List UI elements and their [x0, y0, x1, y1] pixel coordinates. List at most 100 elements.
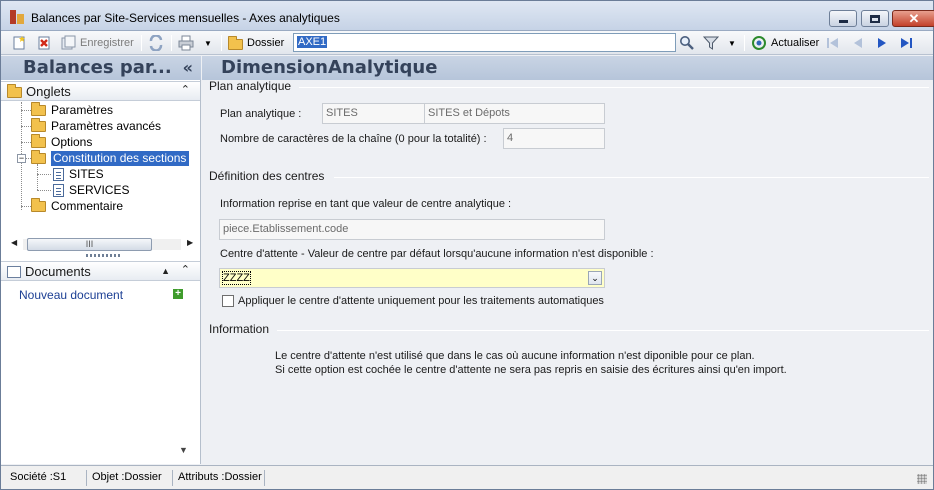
info-group-title: Information	[209, 322, 270, 336]
left-panel-title: Balances par...	[23, 57, 172, 78]
scroll-down-icon[interactable]: ▼	[179, 445, 188, 455]
status-bar: Société :S1 Objet :Dossier Attributs :Do…	[1, 465, 933, 489]
next-record-icon[interactable]	[874, 35, 890, 51]
printer-icon	[178, 35, 194, 51]
close-icon: ✕	[908, 11, 920, 26]
folder-button[interactable]: Dossier	[228, 34, 284, 52]
folder-icon	[31, 197, 46, 212]
folder-icon	[228, 36, 243, 50]
group-divider	[277, 330, 929, 331]
panel-splitter-handle[interactable]	[86, 254, 122, 257]
caret-up-icon[interactable]: ▲	[161, 266, 170, 276]
attente-select[interactable]: ZZZZ ⌄	[219, 268, 605, 288]
attente-select-value: ZZZZ	[222, 271, 251, 285]
tree-item-options[interactable]: Options	[31, 133, 92, 150]
collapse-panel-icon[interactable]: «	[183, 58, 193, 77]
info-text-line-1: Le centre d'attente n'est utilisé que da…	[275, 350, 755, 362]
resize-grip[interactable]	[917, 474, 927, 484]
new-document-link[interactable]: Nouveau document	[19, 288, 123, 302]
sync-icon	[149, 35, 163, 51]
tree-item-sites[interactable]: SITES	[53, 166, 104, 182]
chevron-up-icon[interactable]: ⌃	[181, 263, 190, 276]
previous-record-icon[interactable]	[850, 35, 866, 51]
scroll-thumb[interactable]: III	[27, 238, 152, 251]
folder-icon	[31, 101, 46, 116]
left-panel-header: Balances par... «	[1, 56, 201, 80]
tree-item-parametres-avances[interactable]: Paramètres avancés	[31, 117, 162, 134]
toolbar-separator	[171, 35, 172, 51]
folder-label: Dossier	[247, 37, 285, 49]
plan-label: Plan analytique :	[220, 108, 302, 120]
tree-item-label: Constitution des sections	[51, 150, 190, 166]
folder-icon	[31, 133, 46, 148]
window-title: Balances par Site-Services mensuelles - …	[31, 11, 340, 25]
plan-code-field[interactable]: SITES	[322, 103, 425, 124]
status-attributs: Attributs :Dossier	[175, 470, 265, 486]
app-icon	[10, 10, 24, 24]
folder-icon	[31, 117, 46, 132]
scroll-left-icon[interactable]: ◀	[11, 238, 17, 247]
tree-item-commentaire[interactable]: Commentaire	[31, 197, 124, 214]
tree-item-constitution-des-sections[interactable]: Constitution des sections	[31, 149, 190, 166]
status-societe: Société :S1	[7, 470, 87, 486]
tree-item-services[interactable]: SERVICES	[53, 182, 129, 198]
attente-checkbox[interactable]	[222, 295, 234, 307]
toolbar: Enregistrer ▼ Dossier AXE1 ▼ Actualiser	[1, 31, 933, 55]
print-dropdown-icon[interactable]: ▼	[204, 39, 212, 48]
chars-label: Nombre de caractères de la chaîne (0 pou…	[220, 133, 487, 145]
magnifier-icon	[680, 36, 694, 50]
save-button[interactable]: Enregistrer	[60, 34, 134, 52]
add-icon[interactable]: +	[173, 289, 183, 299]
folder-open-icon	[31, 149, 46, 164]
tree-item-label: Paramètres avancés	[51, 119, 162, 133]
tree-item-label: Commentaire	[51, 199, 124, 213]
last-record-icon[interactable]	[898, 35, 914, 51]
document-icon	[53, 183, 64, 197]
app-window: Balances par Site-Services mensuelles - …	[0, 0, 934, 490]
refresh-button[interactable]: Actualiser	[751, 34, 819, 52]
first-record-icon[interactable]	[825, 35, 841, 51]
chars-count-field[interactable]: 4	[503, 128, 605, 149]
toolbar-separator	[141, 35, 142, 51]
save-label: Enregistrer	[80, 37, 134, 49]
search-button[interactable]	[679, 34, 695, 52]
folder-icon	[7, 83, 22, 98]
title-bar: Balances par Site-Services mensuelles - …	[1, 1, 934, 31]
filter-button[interactable]: ▼	[703, 34, 736, 52]
info-reprise-field[interactable]: piece.Etablissement.code	[219, 219, 605, 240]
tree-horizontal-scrollbar[interactable]: ◀ III ▶	[9, 236, 197, 253]
double-chevron-down-icon[interactable]: ⌄	[588, 271, 602, 285]
chevron-up-icon[interactable]: ⌃	[181, 83, 190, 96]
tree-item-parametres[interactable]: Paramètres	[31, 101, 113, 118]
close-button[interactable]: ✕	[892, 10, 934, 27]
tabs-section-header[interactable]: Onglets ⌃	[1, 81, 200, 101]
collapse-node-icon[interactable]: −	[17, 154, 26, 163]
status-objet: Objet :Dossier	[89, 470, 173, 486]
refresh-icon	[752, 36, 766, 50]
centres-group-title: Définition des centres	[209, 169, 325, 183]
maximize-button[interactable]	[861, 10, 889, 27]
sync-button[interactable]	[148, 34, 164, 52]
documents-icon	[7, 265, 21, 278]
filter-icon	[703, 36, 719, 50]
plan-group-title: Plan analytique	[209, 79, 292, 93]
main-panel: DimensionAnalytique Plan analytique Plan…	[202, 56, 933, 464]
plan-name-field[interactable]: SITES et Dépots	[424, 103, 605, 124]
tree-item-label: SERVICES	[69, 183, 130, 197]
toolbar-separator	[744, 35, 745, 51]
delete-icon	[38, 36, 50, 50]
tabs-section-label: Onglets	[26, 83, 71, 99]
new-button[interactable]	[11, 34, 27, 52]
info-text-line-2: Si cette option est cochée le centre d'a…	[275, 364, 787, 376]
main-header: DimensionAnalytique	[202, 56, 933, 80]
filter-dropdown-icon[interactable]: ▼	[728, 39, 736, 48]
tree-item-label: SITES	[69, 167, 104, 181]
search-input[interactable]: AXE1	[293, 33, 676, 52]
search-input-value: AXE1	[297, 36, 328, 48]
print-button[interactable]: ▼	[178, 34, 212, 52]
scroll-right-icon[interactable]: ▶	[187, 238, 193, 247]
left-panel: Balances par... « Onglets ⌃ − Paramètres	[1, 56, 201, 464]
delete-button[interactable]	[36, 34, 52, 52]
minimize-button[interactable]	[829, 10, 857, 27]
documents-section-header[interactable]: Documents ▲ ⌃	[1, 261, 200, 281]
